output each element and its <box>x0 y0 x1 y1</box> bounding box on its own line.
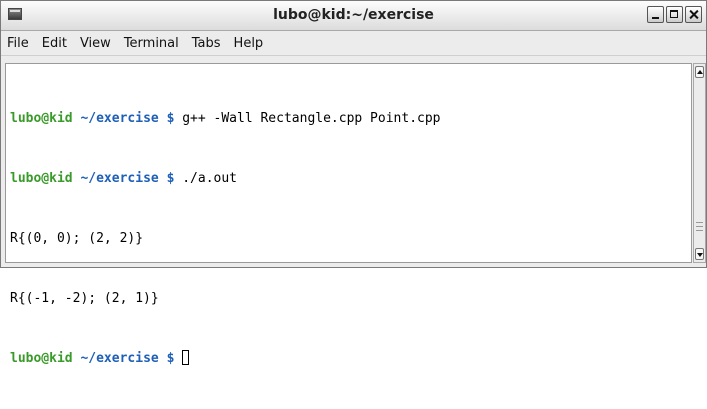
terminal-output[interactable]: lubo@kid ~/exercise $ g++ -Wall Rectangl… <box>5 63 692 366</box>
command-text: g++ -Wall Rectangle.cpp Point.cpp <box>182 111 441 126</box>
terminal-output-line: R{(0, 0); (2, 2)} <box>10 231 144 246</box>
text-cursor <box>182 350 190 365</box>
scroll-grip-icon[interactable] <box>696 222 703 235</box>
maximize-button[interactable] <box>666 6 683 23</box>
menu-view[interactable]: View <box>80 36 111 51</box>
prompt-symbol: $ <box>166 171 175 186</box>
prompt-user: lubo@kid <box>10 171 73 186</box>
prompt-user: lubo@kid <box>10 351 73 366</box>
prompt-symbol: $ <box>166 351 175 366</box>
title-bar[interactable]: lubo@kid:~/exercise <box>1 1 706 31</box>
terminal-line: lubo@kid ~/exercise $ ./a.out <box>10 169 687 189</box>
menu-edit[interactable]: Edit <box>42 36 67 51</box>
vertical-scrollbar[interactable] <box>693 63 706 263</box>
prompt-path: ~/exercise <box>80 111 159 126</box>
prompt-symbol: $ <box>166 111 175 126</box>
terminal-window: lubo@kid:~/exercise File Edit View Termi… <box>0 0 707 366</box>
prompt-path: ~/exercise <box>80 351 159 366</box>
menu-file[interactable]: File <box>7 36 29 51</box>
terminal-output-line: R{(-1, -2); (2, 1)} <box>10 291 159 306</box>
menu-tabs[interactable]: Tabs <box>192 36 221 51</box>
menu-bar: File Edit View Terminal Tabs Help <box>1 32 706 56</box>
close-button[interactable] <box>685 6 702 23</box>
prompt-path: ~/exercise <box>80 171 159 186</box>
minimize-button[interactable] <box>647 6 664 23</box>
menu-help[interactable]: Help <box>234 36 264 51</box>
terminal-line: lubo@kid ~/exercise $ g++ -Wall Rectangl… <box>10 109 687 129</box>
terminal-line: lubo@kid ~/exercise $ <box>10 349 687 369</box>
prompt-user: lubo@kid <box>10 111 73 126</box>
command-text: ./a.out <box>182 171 238 186</box>
window-title: lubo@kid:~/exercise <box>273 7 434 23</box>
window-controls <box>647 6 702 23</box>
scroll-up-icon[interactable] <box>695 66 704 78</box>
scroll-down-icon[interactable] <box>695 248 704 260</box>
menu-terminal[interactable]: Terminal <box>124 36 179 51</box>
